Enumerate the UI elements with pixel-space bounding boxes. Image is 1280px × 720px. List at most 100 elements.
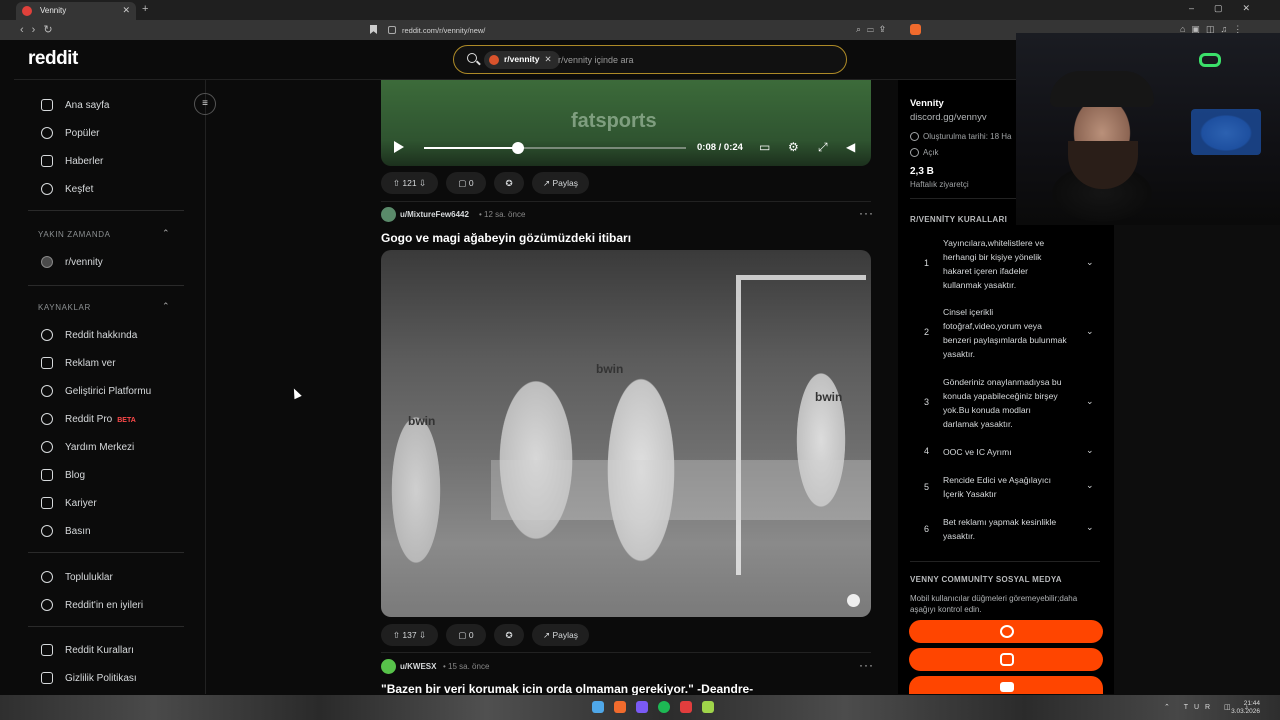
nav-advertise[interactable]: Reklam ver xyxy=(28,354,188,374)
award-button[interactable]: ✪ xyxy=(494,172,524,194)
chevron-down-icon[interactable]: ⌄ xyxy=(1086,396,1094,407)
user-avatar[interactable] xyxy=(381,659,396,674)
subreddit-search-chip[interactable]: r/vennity ✕ xyxy=(484,51,560,69)
post-image[interactable]: bwin bwin bwin xyxy=(381,250,871,617)
nav-communities[interactable]: Topluluklar xyxy=(28,568,188,588)
post-author[interactable]: u/KWESX xyxy=(400,662,436,671)
fullscreen-icon[interactable]: ⤢ xyxy=(818,140,828,155)
rule-item[interactable]: 2 Cinsel içerikli fotoğraf,video,yorum v… xyxy=(910,305,1100,361)
search-bar[interactable]: r/vennity ✕ r/vennity içinde ara xyxy=(453,45,847,74)
rule-text: Rencide Edici ve Aşağılayıcı İçerik Yasa… xyxy=(943,475,1051,499)
play-icon[interactable] xyxy=(394,141,404,153)
comment-button[interactable]: ▢ 0 xyxy=(446,624,486,646)
settings-gear-icon[interactable]: ⚙ xyxy=(788,140,799,154)
nav-popular[interactable]: Popüler xyxy=(28,124,188,144)
privacy-icon xyxy=(41,672,53,684)
start-icon[interactable] xyxy=(592,701,604,713)
discord-button[interactable] xyxy=(909,648,1103,671)
nav-best-of-reddit[interactable]: Reddit'in en iyileri xyxy=(28,596,188,616)
vote-control[interactable]: ⇧ 137 ⇩ xyxy=(381,624,438,646)
new-tab-button[interactable]: + xyxy=(142,3,148,15)
chip-close-icon[interactable]: ✕ xyxy=(544,54,551,64)
nav-press[interactable]: Basın xyxy=(28,522,188,542)
chevron-up-icon[interactable]: ⌃ xyxy=(162,301,170,312)
resources-section-header[interactable]: KAYNAKLAR ⌃ xyxy=(38,301,170,312)
url-field[interactable]: reddit.com/r/vennity/new/ xyxy=(370,23,924,37)
rules-icon xyxy=(41,644,53,656)
nav-help-center[interactable]: Yardım Merkezi xyxy=(28,438,188,458)
clock[interactable]: 21:44 3.03.2026 xyxy=(1231,700,1260,716)
nav-careers[interactable]: Kariyer xyxy=(28,494,188,514)
communities-icon xyxy=(41,571,53,583)
nav-news[interactable]: Haberler xyxy=(28,152,188,172)
reddit-logo[interactable]: reddit xyxy=(28,48,78,70)
more-options-icon[interactable]: ··· xyxy=(859,658,874,672)
volume-icon[interactable]: ◀ xyxy=(846,140,855,154)
clock-time: 21:44 xyxy=(1243,700,1260,707)
share-label: Paylaş xyxy=(552,630,578,640)
app-icon[interactable] xyxy=(636,701,648,713)
rule-item[interactable]: 1 Yayıncılara,whitelistlere ve herhangi … xyxy=(910,236,1100,292)
microphone-icon xyxy=(41,525,53,537)
nav-about-reddit[interactable]: Reddit hakkında xyxy=(28,326,188,346)
video-player[interactable]: fatsports 0:08 / 0:24 ▭ ⚙ ⤢ ◀ xyxy=(381,80,871,166)
nav-home[interactable]: Ana sayfa xyxy=(28,96,188,116)
mouse-cursor-icon xyxy=(290,386,302,400)
nav-label: Kariyer xyxy=(65,498,97,509)
brave-icon[interactable] xyxy=(614,701,626,713)
rule-text: OOC ve IC Ayrımı xyxy=(943,447,1012,457)
nav-privacy-policy[interactable]: Gizlilik Politikası xyxy=(28,669,188,689)
nav-blog[interactable]: Blog xyxy=(28,466,188,486)
rule-item[interactable]: 5 Rencide Edici ve Aşağılayıcı İçerik Ya… xyxy=(910,473,1100,503)
more-options-icon[interactable]: ··· xyxy=(859,206,874,220)
share-button[interactable]: ↗ Paylaş xyxy=(532,172,589,194)
spotify-icon[interactable] xyxy=(658,701,670,713)
website-button[interactable] xyxy=(909,620,1103,643)
seek-handle[interactable] xyxy=(512,142,525,154)
recent-section-header[interactable]: YAKIN ZAMANDA ⌃ xyxy=(38,228,170,239)
chevron-down-icon[interactable]: ⌄ xyxy=(1086,445,1094,456)
site-info-icon[interactable] xyxy=(388,26,396,34)
nav-reddit-rules[interactable]: Reddit Kuralları xyxy=(28,641,188,661)
award-button[interactable]: ✪ xyxy=(494,624,524,646)
sound-icon[interactable] xyxy=(847,594,860,607)
language-indicator[interactable]: TUR xyxy=(1184,704,1216,711)
vote-control[interactable]: ⇧ 121 ⇩ xyxy=(381,172,438,194)
community-link[interactable]: discord.gg/vennyv xyxy=(910,112,987,123)
nav-explore[interactable]: Keşfet xyxy=(28,180,188,200)
comment-button[interactable]: ▢ 0 xyxy=(446,172,486,194)
share-button[interactable]: ↗ Paylaş xyxy=(532,624,589,646)
post-title[interactable]: "Bazen bir veri korumak icin orda olmama… xyxy=(381,682,871,695)
rule-item[interactable]: 4 OOC ve IC Ayrımı ⌄ xyxy=(910,445,1100,461)
url-action-icons[interactable]: ⌕▭⇪ xyxy=(856,24,891,35)
post-author[interactable]: u/MixtureFew6442 xyxy=(400,210,469,219)
media-icon[interactable] xyxy=(680,701,692,713)
bookmark-icon[interactable] xyxy=(370,25,377,34)
user-avatar[interactable] xyxy=(381,207,396,222)
menu-toggle-icon[interactable]: ≡ xyxy=(194,93,216,115)
chevron-down-icon[interactable]: ⌄ xyxy=(1086,257,1094,268)
url-text: reddit.com/r/vennity/new/ xyxy=(402,26,486,35)
chevron-down-icon[interactable]: ⌄ xyxy=(1086,480,1094,491)
browser-tab[interactable]: Vennity ✕ xyxy=(16,2,136,20)
youtube-button[interactable] xyxy=(909,676,1103,694)
nav-label: Reddit Kuralları xyxy=(65,645,134,656)
close-tab-icon[interactable]: ✕ xyxy=(122,5,130,16)
youtube-icon xyxy=(1000,682,1014,692)
rule-item[interactable]: 3 Gönderiniz onaylanmadıysa bu konuda ya… xyxy=(910,375,1100,431)
chevron-down-icon[interactable]: ⌄ xyxy=(1086,326,1094,337)
terminal-icon[interactable] xyxy=(702,701,714,713)
chevron-down-icon[interactable]: ⌄ xyxy=(1086,522,1094,533)
rule-item[interactable]: 6 Bet reklamı yapmak kesinlikle yasaktır… xyxy=(910,515,1100,545)
window-controls[interactable]: –▢✕ xyxy=(1189,3,1270,14)
post-title[interactable]: Gogo ve magi ağabeyin gözümüzdeki itibar… xyxy=(381,231,631,245)
recent-vennity[interactable]: r/vennity xyxy=(28,253,188,273)
brave-shield-icon[interactable] xyxy=(910,24,921,35)
nav-buttons[interactable]: ‹›↻ xyxy=(20,23,61,36)
chevron-up-icon[interactable]: ⌃ xyxy=(162,228,170,239)
nav-reddit-pro[interactable]: Reddit Pro BETA xyxy=(28,410,188,430)
divider xyxy=(910,561,1100,562)
nav-developer-platform[interactable]: Geliştirici Platformu xyxy=(28,382,188,402)
nav-label: Yardım Merkezi xyxy=(65,442,135,453)
captions-icon[interactable]: ▭ xyxy=(759,140,770,154)
